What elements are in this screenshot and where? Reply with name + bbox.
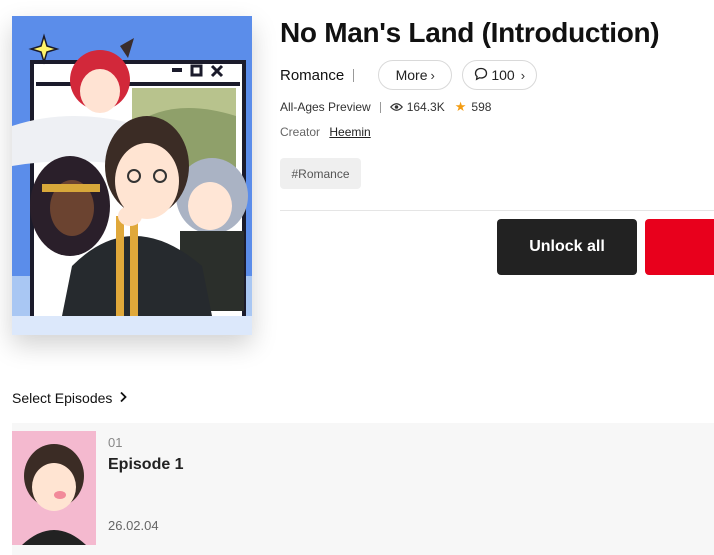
more-button[interactable]: More ›: [378, 60, 453, 90]
genre-divider: [353, 68, 355, 82]
episode-item[interactable]: 01 Episode 1 26.02.04: [12, 423, 714, 555]
series-cover-image: [12, 16, 252, 335]
select-episodes-link[interactable]: Select Episodes: [12, 390, 128, 406]
select-episodes-label: Select Episodes: [12, 390, 113, 406]
episode-thumbnail: [12, 431, 96, 545]
stats-divider: [379, 101, 381, 113]
creator-label: Creator: [280, 125, 321, 139]
chevron-right-icon: ›: [520, 67, 526, 83]
divider: [280, 210, 714, 211]
episode-date: 26.02.04: [108, 518, 159, 533]
episode-number: 01: [108, 435, 123, 450]
genre-row: Romance More › 100 ›: [280, 60, 547, 90]
comments-button[interactable]: 100 ›: [462, 60, 538, 90]
star-icon: ★: [454, 99, 467, 114]
creator-link[interactable]: Heemin: [329, 125, 370, 139]
episode-title: Episode 1: [108, 456, 184, 473]
more-button-label: More: [395, 67, 428, 83]
creator-row: Creator Heemin: [280, 125, 371, 139]
comment-count: 100: [491, 67, 515, 83]
genre-tag[interactable]: #Romance: [280, 158, 361, 189]
cover-illustration: [12, 16, 252, 335]
series-stats: All-Ages Preview 164.3K ★ 598: [280, 99, 491, 115]
view-count: 164.3K: [406, 100, 445, 114]
genre-label: Romance: [280, 66, 345, 84]
eye-icon: [389, 102, 403, 112]
age-rating: All-Ages Preview: [280, 100, 371, 114]
rating-count: 598: [471, 100, 492, 114]
speech-bubble-icon: [474, 67, 488, 84]
chevron-right-icon: [118, 390, 128, 406]
primary-red-button[interactable]: [645, 219, 714, 275]
series-title: No Man's Land (Introduction): [280, 17, 660, 48]
chevron-right-icon: ›: [430, 67, 435, 83]
unlock-all-button[interactable]: Unlock all: [497, 219, 637, 275]
